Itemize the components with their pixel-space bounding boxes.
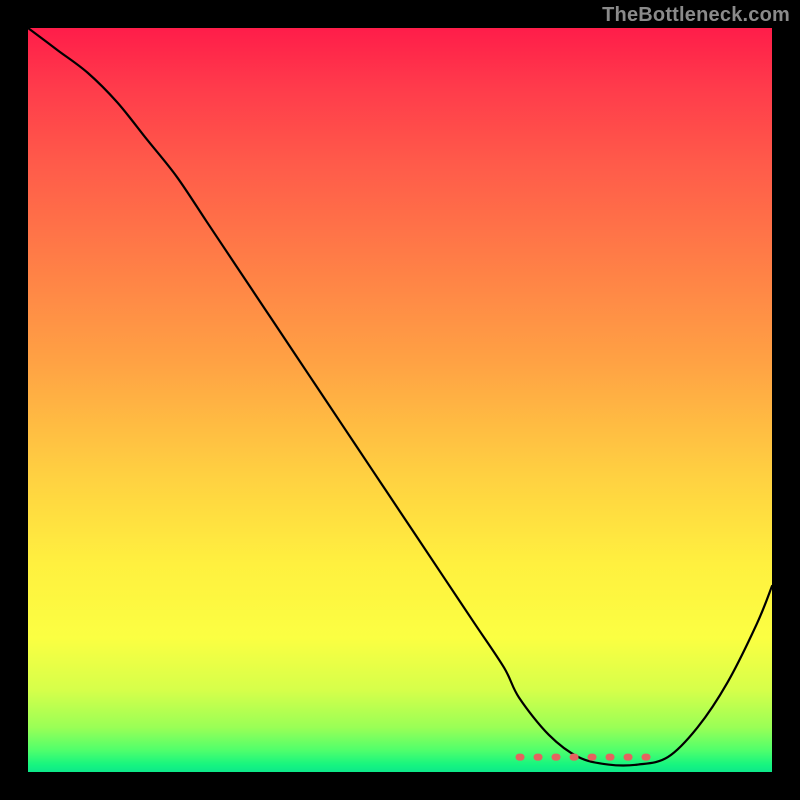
- plot-svg: [28, 28, 772, 772]
- attribution-label: TheBottleneck.com: [602, 4, 790, 27]
- bottleneck-curve: [28, 28, 772, 765]
- plot-outer: [28, 28, 772, 772]
- chart-frame: TheBottleneck.com: [0, 0, 800, 800]
